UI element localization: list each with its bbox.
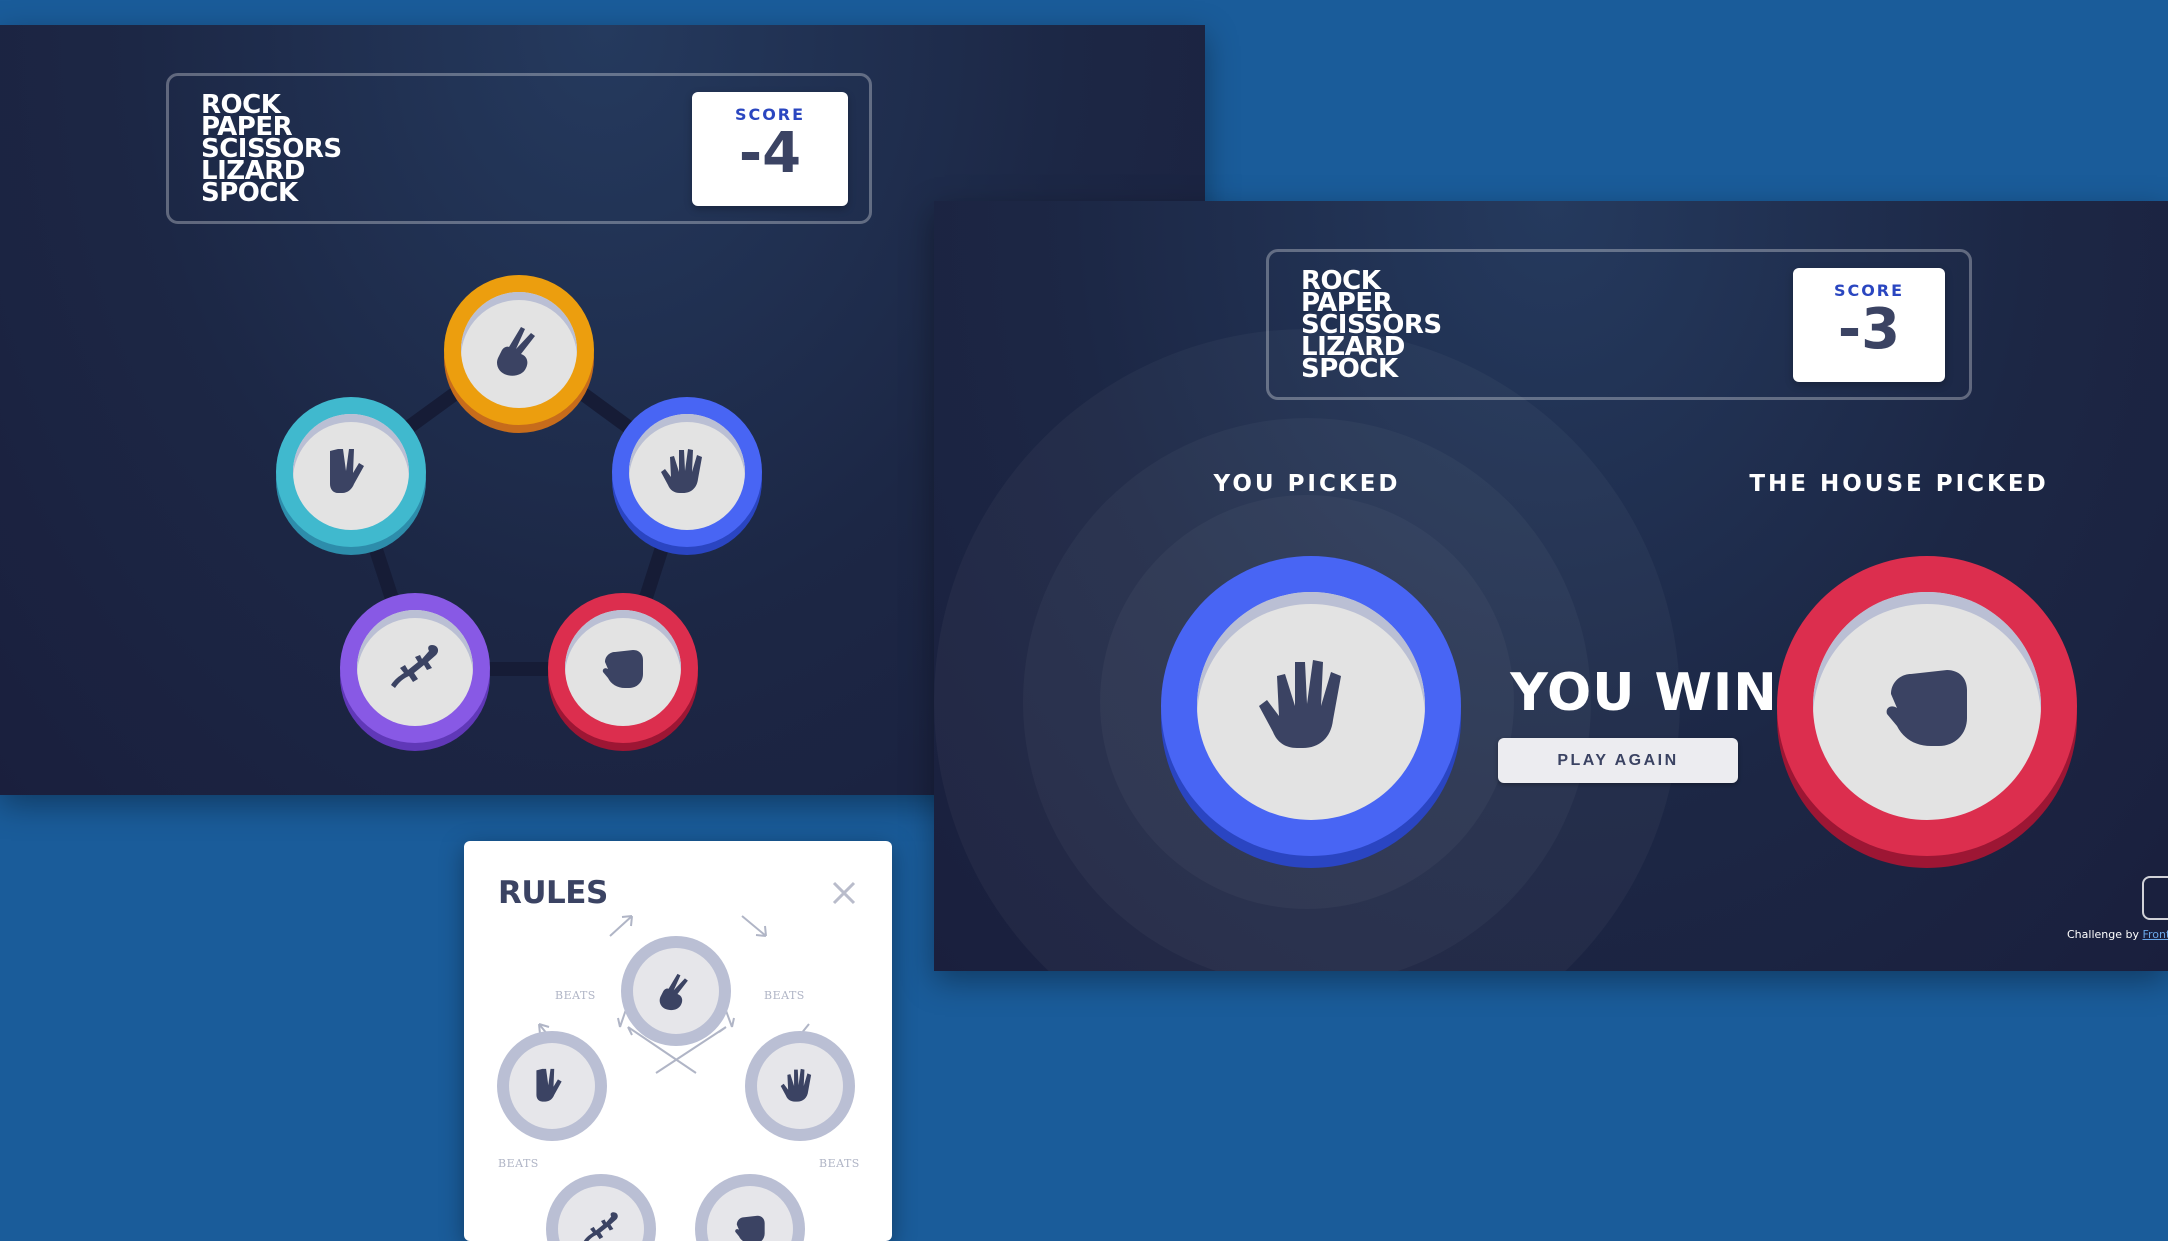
- paper-token[interactable]: [612, 397, 762, 547]
- result-text: YOU WIN: [1510, 663, 1778, 723]
- spock-icon: [536, 1068, 562, 1102]
- attribution-link[interactable]: Frontend M: [2142, 928, 2168, 941]
- score-header: ROCK PAPER SCISSORS LIZARD SPOCK SCORE -…: [1266, 249, 1972, 400]
- scissors-icon: [497, 327, 535, 376]
- rock-icon: [735, 1215, 765, 1241]
- spock-token[interactable]: [276, 397, 426, 547]
- rules-scissors-token: [621, 936, 731, 1046]
- attribution-prefix: Challenge by: [2067, 928, 2143, 941]
- beats-label: BEATS: [555, 989, 596, 1002]
- rules-button[interactable]: [2142, 876, 2168, 920]
- beats-label: BEATS: [764, 989, 805, 1002]
- lizard-token[interactable]: [340, 593, 490, 743]
- result-panel: ROCK PAPER SCISSORS LIZARD SPOCK SCORE -…: [934, 201, 2168, 971]
- rules-spock-token: [497, 1031, 607, 1141]
- scissors-icon: [659, 973, 688, 1011]
- spock-icon: [330, 449, 364, 493]
- house-picked-label: THE HOUSE PICKED: [1749, 471, 2049, 497]
- house-pick-rock: [1777, 556, 2077, 856]
- rock-icon: [1886, 670, 1967, 746]
- rock-token[interactable]: [548, 593, 698, 743]
- you-picked-label: YOU PICKED: [1213, 471, 1401, 497]
- rock-icon: [602, 650, 643, 688]
- beats-label: BEATS: [819, 1157, 860, 1170]
- rules-paper-token: [745, 1031, 855, 1141]
- logo-line: SPOCK: [1301, 354, 1398, 384]
- rules-modal: RULES BEATS BEATS BEATS BEATS: [464, 841, 892, 1241]
- lizard-icon: [583, 1212, 618, 1241]
- beats-label: BEATS: [498, 1157, 539, 1170]
- play-again-button[interactable]: PLAY AGAIN: [1498, 738, 1738, 783]
- paper-icon: [780, 1068, 812, 1102]
- score-box: SCORE -3: [1793, 268, 1945, 382]
- paper-icon: [1259, 660, 1341, 748]
- lizard-icon: [391, 645, 439, 688]
- paper-icon: [661, 449, 702, 493]
- scissors-token[interactable]: [444, 275, 594, 425]
- player-pick-paper: [1161, 556, 1461, 856]
- attribution: Challenge by Frontend M: [2067, 928, 2168, 941]
- score-value: -3: [1837, 297, 1901, 362]
- game-logo: ROCK PAPER SCISSORS LIZARD SPOCK: [1301, 268, 1442, 384]
